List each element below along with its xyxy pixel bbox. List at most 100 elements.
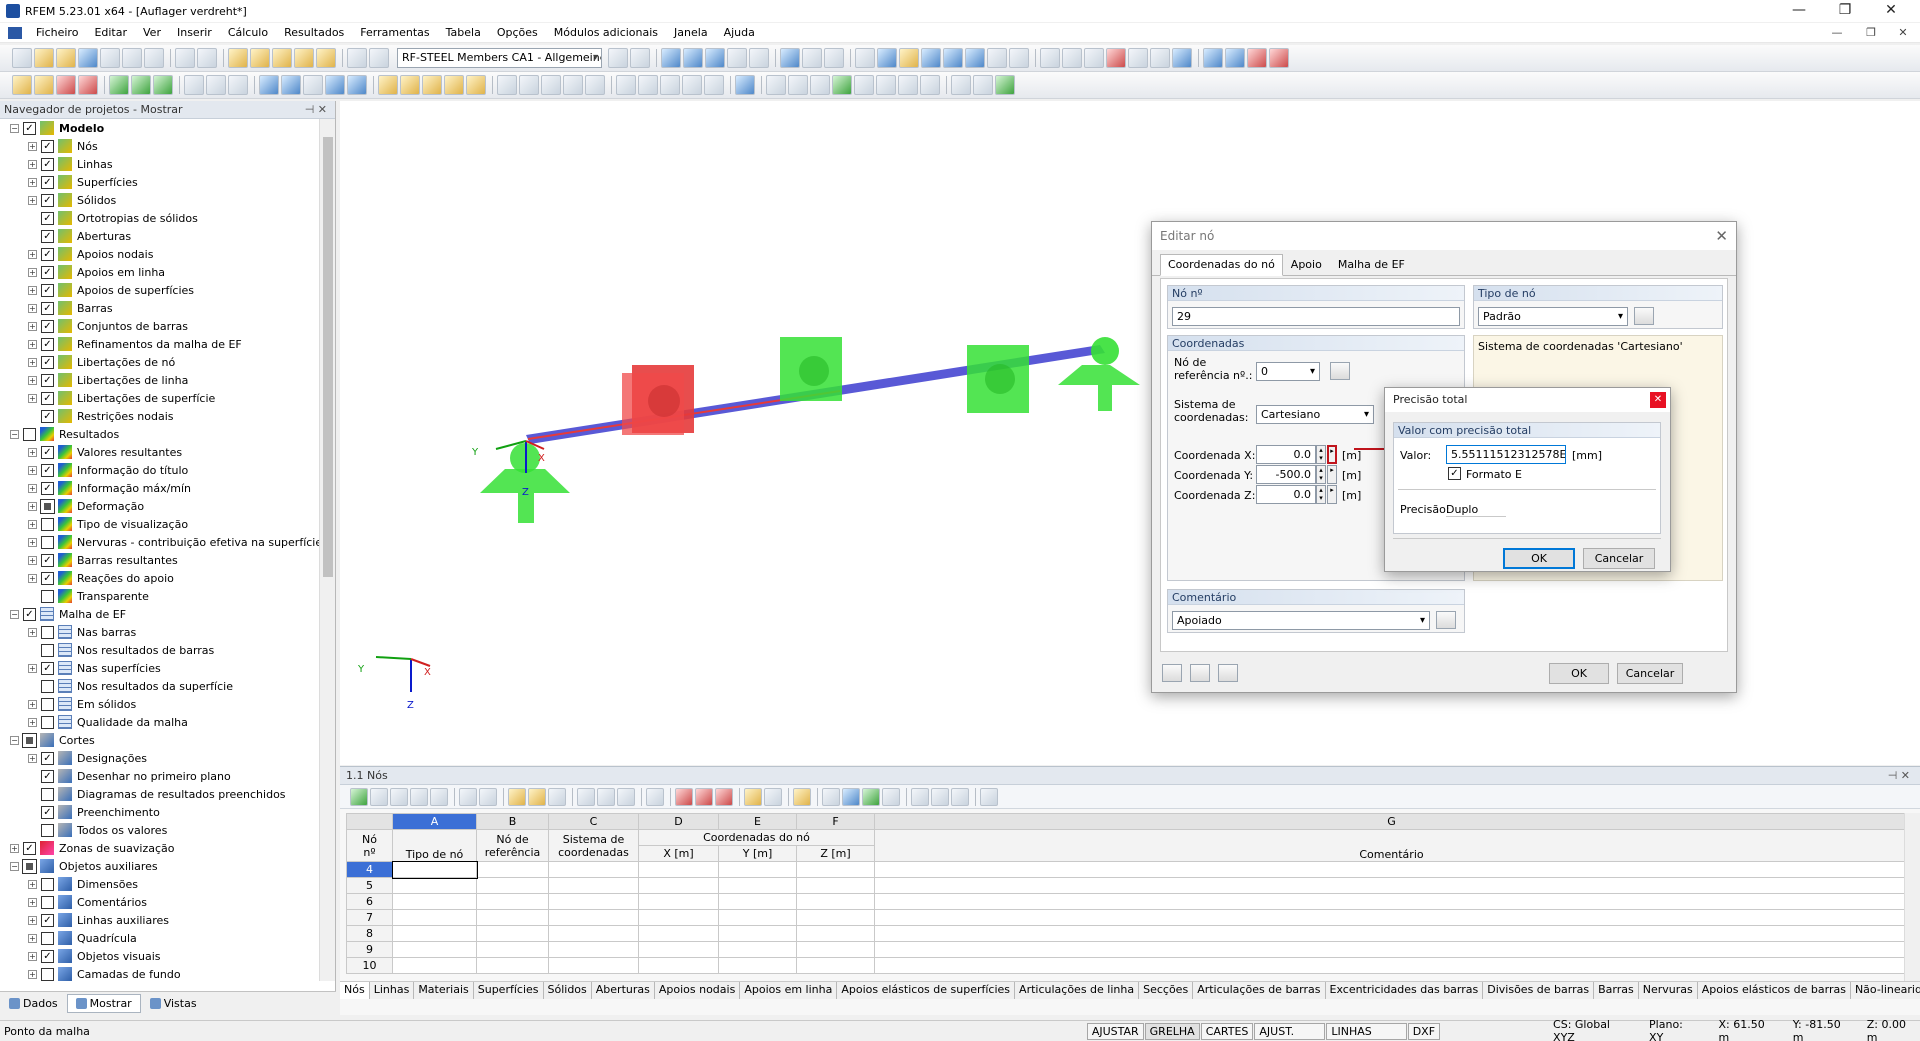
cube2-icon[interactable] — [347, 75, 367, 95]
tab-coordenadas[interactable]: Coordenadas do nó — [1160, 254, 1283, 276]
col-c[interactable]: C — [548, 813, 639, 830]
table-color-icon[interactable] — [744, 787, 762, 806]
tree-checkbox[interactable]: ✓ — [41, 139, 54, 153]
table-calc-icon[interactable] — [882, 787, 900, 806]
expand-toggle-icon[interactable]: + — [10, 843, 19, 853]
shape-icon[interactable] — [1150, 48, 1170, 68]
edit-icon[interactable] — [1190, 664, 1210, 682]
tree-item[interactable]: + ✓ Apoios em linha — [0, 263, 320, 281]
expand-toggle-icon[interactable]: + — [28, 339, 37, 349]
view-x-icon[interactable] — [943, 48, 963, 68]
table-cell[interactable] — [476, 893, 549, 910]
format-e-checkbox[interactable]: ✓ — [1448, 467, 1461, 480]
col-a[interactable]: A — [392, 813, 477, 830]
tree-item[interactable]: + ✓ Apoios nodais — [0, 245, 320, 263]
tree-item[interactable]: + ✓ Zonas de suavização — [0, 839, 320, 857]
load-icon[interactable] — [184, 75, 204, 95]
table-cell[interactable] — [874, 893, 1909, 910]
print-preview-icon[interactable] — [144, 48, 164, 68]
expand-toggle-icon[interactable]: + — [28, 699, 37, 709]
row-number[interactable]: 8 — [346, 925, 393, 942]
expand-toggle-icon[interactable]: + — [28, 375, 37, 385]
dimension2-icon[interactable] — [788, 75, 808, 95]
table-cut3-icon[interactable] — [715, 787, 733, 806]
tools-icon[interactable] — [951, 75, 971, 95]
tree-item[interactable]: − Resultados — [0, 425, 320, 443]
tree-checkbox[interactable]: ✓ — [23, 841, 36, 855]
panel-table-icon[interactable] — [369, 48, 389, 68]
tree-item[interactable]: + Comentários — [0, 893, 320, 911]
col-g[interactable]: G — [874, 813, 1909, 830]
expand-toggle-icon[interactable]: + — [28, 717, 37, 727]
tree-checkbox[interactable]: ✓ — [41, 661, 54, 675]
table-cell[interactable] — [796, 893, 875, 910]
table-cell[interactable] — [796, 925, 875, 942]
table-cell[interactable] — [796, 877, 875, 894]
table-cut2-icon[interactable] — [695, 787, 713, 806]
result3-icon[interactable] — [422, 75, 442, 95]
document-icon[interactable] — [8, 26, 22, 39]
expand-toggle-icon[interactable]: + — [28, 303, 37, 313]
restore-icon[interactable]: ❐ — [1822, 0, 1868, 22]
save-all-icon[interactable] — [100, 48, 120, 68]
scroll-thumb[interactable] — [323, 137, 333, 577]
tree-item[interactable]: ✓ Restrições nodais — [0, 407, 320, 425]
panel-pin-icon[interactable]: ⊣ ✕ — [1888, 767, 1910, 785]
save-icon[interactable] — [78, 48, 98, 68]
layer-icon[interactable] — [854, 75, 874, 95]
edit-icon[interactable] — [228, 48, 248, 68]
table-cell[interactable] — [718, 861, 797, 878]
select-icon[interactable] — [1040, 48, 1060, 68]
sheet-tab[interactable]: Articulações de linha — [1015, 982, 1140, 999]
tree-checkbox[interactable]: ✓ — [41, 463, 54, 477]
axis-x-icon[interactable] — [616, 75, 636, 95]
tree-item[interactable]: + ✓ Libertações de linha — [0, 371, 320, 389]
table-excel-icon[interactable] — [862, 787, 880, 806]
tree-item[interactable]: + ✓ Valores resultantes — [0, 443, 320, 461]
tree-item[interactable]: ✓ Desenhar no primeiro plano — [0, 767, 320, 785]
table-cell[interactable] — [548, 925, 639, 942]
wave-icon[interactable] — [780, 48, 800, 68]
coord-z-precision-button[interactable]: ▸ — [1327, 485, 1337, 504]
ref-node-select[interactable]: 0 — [1256, 362, 1320, 381]
table-cell[interactable] — [874, 861, 1909, 878]
sheet-tab[interactable]: Nervuras — [1639, 982, 1698, 999]
tree-item[interactable]: + ✓ Nós — [0, 137, 320, 155]
tree-item[interactable]: ✓ Preenchimento — [0, 803, 320, 821]
line-icon[interactable] — [34, 75, 54, 95]
table-next-icon[interactable] — [479, 787, 497, 806]
sheet-tab[interactable]: Materiais — [414, 982, 474, 999]
table-sync-icon[interactable] — [508, 787, 526, 806]
close-icon[interactable]: ✕ — [1650, 392, 1666, 408]
load2-icon[interactable] — [206, 75, 226, 95]
tree-checkbox[interactable]: ✓ — [41, 373, 54, 387]
panel-left-icon[interactable] — [347, 48, 367, 68]
table-fx-icon[interactable] — [931, 787, 949, 806]
expand-toggle-icon[interactable]: + — [28, 159, 37, 169]
table-cell[interactable] — [874, 909, 1909, 926]
table-cell[interactable] — [548, 941, 639, 958]
row-number[interactable]: 5 — [346, 877, 393, 894]
expand-toggle-icon[interactable]: + — [28, 519, 37, 529]
menu-opcoes[interactable]: Opções — [489, 26, 546, 39]
rotate-icon[interactable] — [1128, 48, 1148, 68]
table-icon[interactable] — [802, 48, 822, 68]
member-icon[interactable] — [56, 75, 76, 95]
table-row[interactable]: 5 — [346, 877, 1909, 894]
coord-y-field[interactable]: -500.0 — [1256, 465, 1316, 484]
node-type-edit-button[interactable] — [1634, 307, 1654, 325]
table-cut-icon[interactable] — [675, 787, 693, 806]
tree-checkbox[interactable]: ✓ — [41, 391, 54, 405]
col-e[interactable]: E — [718, 813, 797, 830]
menu-janela[interactable]: Janela — [666, 26, 716, 39]
result-display-icon[interactable] — [378, 75, 398, 95]
coord-z-field[interactable]: 0.0 — [1256, 485, 1316, 504]
zoom-all-icon[interactable] — [497, 75, 517, 95]
tree-item[interactable]: + ✓ Informação máx/mín — [0, 479, 320, 497]
mesh-icon[interactable] — [259, 75, 279, 95]
table-cell[interactable] — [476, 909, 549, 926]
tree-checkbox[interactable] — [41, 931, 54, 945]
table-format-icon[interactable] — [911, 787, 929, 806]
support-icon[interactable] — [109, 75, 129, 95]
row-number[interactable]: 10 — [346, 957, 393, 974]
